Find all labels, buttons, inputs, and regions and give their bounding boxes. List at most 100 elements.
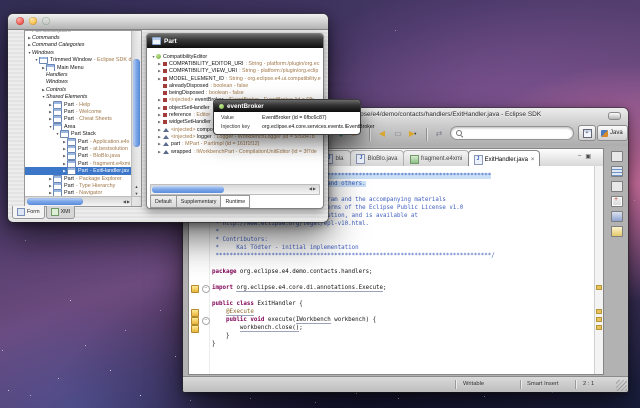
tree-horizontal-scrollbar[interactable]: ◀▶ xyxy=(25,196,132,206)
collapsed-arrow-icon[interactable]: ▶ xyxy=(157,150,162,154)
editor-tab-bloblo-java[interactable]: JBloBlo.java xyxy=(350,150,404,167)
tree-item[interactable]: ▼Part Stack xyxy=(25,130,132,137)
tree-item-label: Controls xyxy=(46,87,66,93)
toolbar-toggle-button[interactable] xyxy=(608,112,621,120)
detail-tab-default[interactable]: Default xyxy=(150,195,177,208)
tree-item[interactable]: ▶Part- BloBlo.java xyxy=(25,153,132,160)
tree-item[interactable]: ▼Area xyxy=(25,123,132,130)
close-tab-icon[interactable]: × xyxy=(531,157,535,163)
collapsed-arrow-icon[interactable]: ▶ xyxy=(157,69,162,73)
collapsed-arrow-icon[interactable]: ▶ xyxy=(157,62,162,66)
collapsed-arrow-icon[interactable]: ▶ xyxy=(157,142,162,146)
back-history-icon[interactable]: ◀ xyxy=(375,127,389,141)
detail-tab-runtime[interactable]: Runtime xyxy=(221,195,250,208)
collapsed-arrow-icon[interactable]: ▶ xyxy=(157,120,162,124)
detail-tab-supplementary[interactable]: Supplementary xyxy=(177,195,222,208)
spy-titlebar[interactable] xyxy=(8,14,328,30)
problems-view-icon[interactable] xyxy=(611,196,623,207)
java-perspective-label: Java xyxy=(610,130,623,136)
collapsed-arrow-icon[interactable]: ▶ xyxy=(157,106,162,110)
occurrence-marker-icon[interactable] xyxy=(596,325,602,330)
tree-item[interactable]: Handlers xyxy=(25,71,132,78)
editor-controls: –▣ xyxy=(578,153,591,160)
tree-item[interactable]: ▶Controls xyxy=(25,86,132,93)
outline-view-icon[interactable] xyxy=(611,166,623,177)
detail-row[interactable]: ▶COMPATIBILITY_EDITOR_URI: String - plat… xyxy=(149,60,321,67)
search-input[interactable] xyxy=(450,126,574,140)
occurrence-marker-icon[interactable] xyxy=(596,309,602,314)
detail-row[interactable]: alreadyDisposed: boolean - false xyxy=(149,82,321,89)
tree-item[interactable]: ▶Part- Application.e4x xyxy=(25,138,132,145)
tree-vertical-scrollbar[interactable]: ▲▼ xyxy=(131,31,141,197)
collapsed-arrow-icon[interactable]: ▶ xyxy=(157,77,162,81)
tree-item-label: Part Stack xyxy=(71,131,96,137)
tree-item[interactable]: ▶Main Menu xyxy=(25,64,132,71)
detail-row[interactable]: ▶COMPATIBILITY_VIEW_URI: String - platfo… xyxy=(149,68,321,75)
fold-collapse-icon[interactable]: − xyxy=(202,317,210,325)
detail-row[interactable]: ▼CompatibilityEditor xyxy=(149,53,321,60)
field-triangle-icon xyxy=(163,150,169,154)
scrollbar-arrows[interactable]: ◀▶ xyxy=(309,185,317,192)
detail-row-value: : boolean - false xyxy=(210,83,248,89)
quickfix-marker-icon[interactable] xyxy=(191,309,199,317)
detail-row[interactable]: ▶part: MPart - PartImpl (id = 161f1f12) xyxy=(149,141,321,148)
collapsed-arrow-icon[interactable]: ▶ xyxy=(157,98,162,102)
quickfix-marker-icon[interactable] xyxy=(191,317,199,325)
detail-row[interactable]: ▶MODEL_ELEMENT_ID: String - org.eclipse.… xyxy=(149,75,321,82)
tree-item[interactable]: ▼Trimmed Window- Eclipse SDK d xyxy=(25,57,132,64)
javadoc-view-icon[interactable] xyxy=(611,211,623,222)
tree-item-label: Part xyxy=(64,102,74,108)
editor-tab-fragment-e4xmi[interactable]: fragment.e4xmi xyxy=(403,150,469,167)
collapsed-arrow-icon[interactable]: ▶ xyxy=(157,128,162,132)
page-tab-form[interactable]: Form xyxy=(12,206,45,219)
scrollbar-arrows[interactable]: ◀▶ xyxy=(123,198,131,206)
part-window-icon xyxy=(53,101,62,108)
dropdown-caret-icon[interactable]: ▾ xyxy=(414,127,419,141)
zoom-button[interactable] xyxy=(42,17,50,25)
declaration-view-icon[interactable] xyxy=(611,226,623,237)
java-perspective-button[interactable]: Java xyxy=(597,125,628,141)
last-edit-location-icon[interactable]: ▭ xyxy=(391,127,405,141)
tree-item[interactable]: ▶Part- Welcome xyxy=(25,108,132,115)
tree-item[interactable]: ▶Part- ExitHandler.jav xyxy=(25,167,132,174)
restore-editor-icon[interactable] xyxy=(611,151,623,162)
xmi-file-icon xyxy=(410,155,419,164)
resize-grip[interactable] xyxy=(616,380,627,391)
tree-item[interactable]: ▶Part- Cheat Sheets xyxy=(25,116,132,123)
scrollbar-thumb[interactable] xyxy=(133,59,140,147)
quickfix-marker-icon[interactable] xyxy=(191,285,199,293)
tree-item[interactable]: ▶Command Categories xyxy=(25,42,132,49)
tree-item-suffix: - Application.e4x xyxy=(90,139,130,145)
restore-view-icon[interactable] xyxy=(611,181,623,192)
tree-item[interactable]: ▼Shared Elements xyxy=(25,94,132,101)
collapsed-arrow-icon[interactable]: ▶ xyxy=(157,113,162,117)
tree-item[interactable]: ▶Part- Package Explorer xyxy=(25,175,132,182)
tree-item[interactable]: Windows xyxy=(25,79,132,86)
scrollbar-arrows[interactable]: ▲▼ xyxy=(132,183,141,197)
overview-ruler[interactable] xyxy=(594,166,603,374)
fold-collapse-icon[interactable]: − xyxy=(202,285,210,293)
scrollbar-thumb[interactable] xyxy=(152,186,224,193)
tree-item[interactable]: ▶Part- at.bestsolution xyxy=(25,145,132,152)
quickfix-marker-icon[interactable] xyxy=(191,325,199,333)
tree-item[interactable]: ▶Part- Help xyxy=(25,101,132,108)
detail-row[interactable]: ▶wrapped: IWorkbenchPart - CompilationUn… xyxy=(149,148,321,155)
occurrence-marker-icon[interactable] xyxy=(596,285,602,290)
link-with-editor-icon[interactable]: ⇄ xyxy=(432,127,446,141)
forward-history-icon[interactable]: ▶▾ xyxy=(407,127,421,141)
collapsed-arrow-icon[interactable]: ▶ xyxy=(157,135,162,139)
detail-row[interactable]: beingDisposed: boolean - false xyxy=(149,89,321,96)
detail-horizontal-scrollbar[interactable]: ◀▶ xyxy=(150,184,320,195)
occurrence-marker-icon[interactable] xyxy=(596,317,602,322)
minimize-button[interactable] xyxy=(29,17,37,25)
minimize-editor-icon[interactable]: – xyxy=(578,153,581,160)
scrollbar-thumb[interactable] xyxy=(27,198,83,205)
maximize-editor-icon[interactable]: ▣ xyxy=(585,153,591,160)
tree-item[interactable]: ▶Commands xyxy=(25,34,132,41)
page-tab-xmi[interactable]: XMI xyxy=(46,206,76,219)
open-perspective-button[interactable]: + xyxy=(578,125,596,141)
close-button[interactable] xyxy=(16,17,24,25)
tree-item[interactable]: ▼Windows xyxy=(25,49,132,56)
tree-item[interactable]: ▶Part- Type Hierarchy xyxy=(25,182,132,189)
tree-item[interactable]: ▶Part- fragment.e4xmi xyxy=(25,160,132,167)
